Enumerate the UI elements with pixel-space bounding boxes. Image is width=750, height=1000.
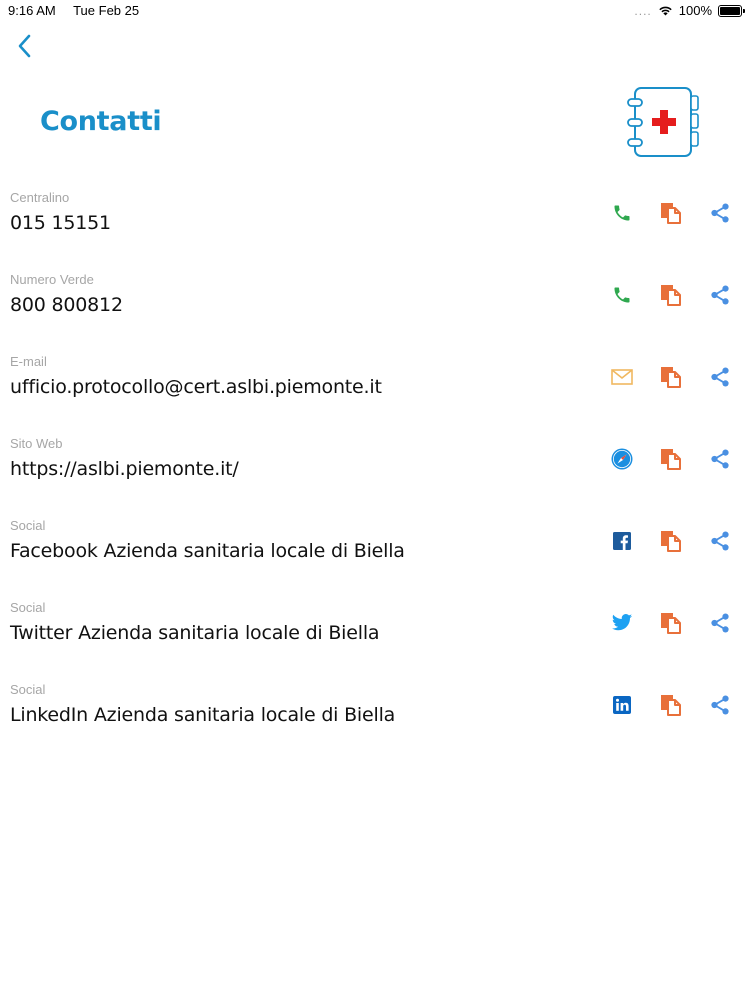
share-button[interactable] [707,610,733,636]
linkedin-icon [613,696,631,714]
copy-button[interactable] [658,610,684,636]
twitter-icon [611,614,633,631]
open-website-button[interactable] [609,446,635,472]
share-button[interactable] [707,446,733,472]
chevron-left-icon [18,34,31,58]
copy-icon [661,613,681,634]
contact-row: Sito Web https://aslbi.piemonte.it/ [0,432,750,514]
wifi-icon [659,6,672,16]
page-title: Contatti [40,106,162,137]
facebook-icon [613,532,631,550]
copy-button[interactable] [658,446,684,472]
mail-icon [611,369,633,385]
battery-icon [718,4,745,17]
share-button[interactable] [707,200,733,226]
share-icon [711,367,729,387]
share-button[interactable] [707,692,733,718]
status-date: Tue Feb 25 [73,3,140,18]
phone-icon [614,287,630,303]
contact-row: Social Twitter Azienda sanitaria locale … [0,596,750,678]
contact-value[interactable]: 015 15151 [10,212,111,234]
contact-row: Social LinkedIn Azienda sanitaria locale… [0,678,750,760]
contacts-list: Centralino 015 15151 Numero Verde 800 80… [0,186,750,760]
copy-icon [661,367,681,388]
share-icon [711,613,729,633]
contact-value[interactable]: https://aslbi.piemonte.it/ [10,458,239,480]
copy-icon [661,449,681,470]
address-book-logo-icon [626,86,702,160]
compass-icon [611,448,633,470]
email-button[interactable] [609,364,635,390]
status-left: 9:16 AM Tue Feb 25 [8,3,153,18]
contact-label: Sito Web [10,436,63,451]
contact-label: Social [10,682,46,697]
back-button[interactable] [12,32,40,60]
share-icon [711,203,729,223]
copy-button[interactable] [658,528,684,554]
contact-value[interactable]: LinkedIn Azienda sanitaria locale di Bie… [10,704,395,726]
copy-icon [661,203,681,224]
status-bar: 9:16 AM Tue Feb 25 .... 100% [0,0,750,22]
share-button[interactable] [707,528,733,554]
contact-label: Numero Verde [10,272,94,287]
copy-icon [661,531,681,552]
contact-row: Numero Verde 800 800812 [0,268,750,350]
status-right: .... 100% [634,3,745,18]
call-button[interactable] [609,200,635,226]
contact-value[interactable]: 800 800812 [10,294,123,316]
contact-value[interactable]: Facebook Azienda sanitaria locale di Bie… [10,540,405,562]
copy-button[interactable] [658,282,684,308]
copy-button[interactable] [658,364,684,390]
share-button[interactable] [707,364,733,390]
status-time: 9:16 AM [8,3,56,18]
copy-icon [661,285,681,306]
copy-icon [661,695,681,716]
open-facebook-button[interactable] [609,528,635,554]
phone-icon [614,205,630,221]
share-icon [711,695,729,715]
open-linkedin-button[interactable] [609,692,635,718]
contact-label: Social [10,518,46,533]
contact-row: Centralino 015 15151 [0,186,750,268]
share-icon [711,449,729,469]
share-button[interactable] [707,282,733,308]
contact-value[interactable]: ufficio.protocollo@cert.aslbi.piemonte.i… [10,376,382,398]
contact-value[interactable]: Twitter Azienda sanitaria locale di Biel… [10,622,380,644]
contact-label: Centralino [10,190,70,205]
contact-label: Social [10,600,46,615]
battery-percent: 100% [678,3,712,18]
signal-dots: .... [634,3,652,18]
contact-label: E-mail [10,354,47,369]
copy-button[interactable] [658,200,684,226]
share-icon [711,285,729,305]
contact-row: Social Facebook Azienda sanitaria locale… [0,514,750,596]
contact-row: E-mail ufficio.protocollo@cert.aslbi.pie… [0,350,750,432]
copy-button[interactable] [658,692,684,718]
open-twitter-button[interactable] [609,610,635,636]
share-icon [711,531,729,551]
call-button[interactable] [609,282,635,308]
